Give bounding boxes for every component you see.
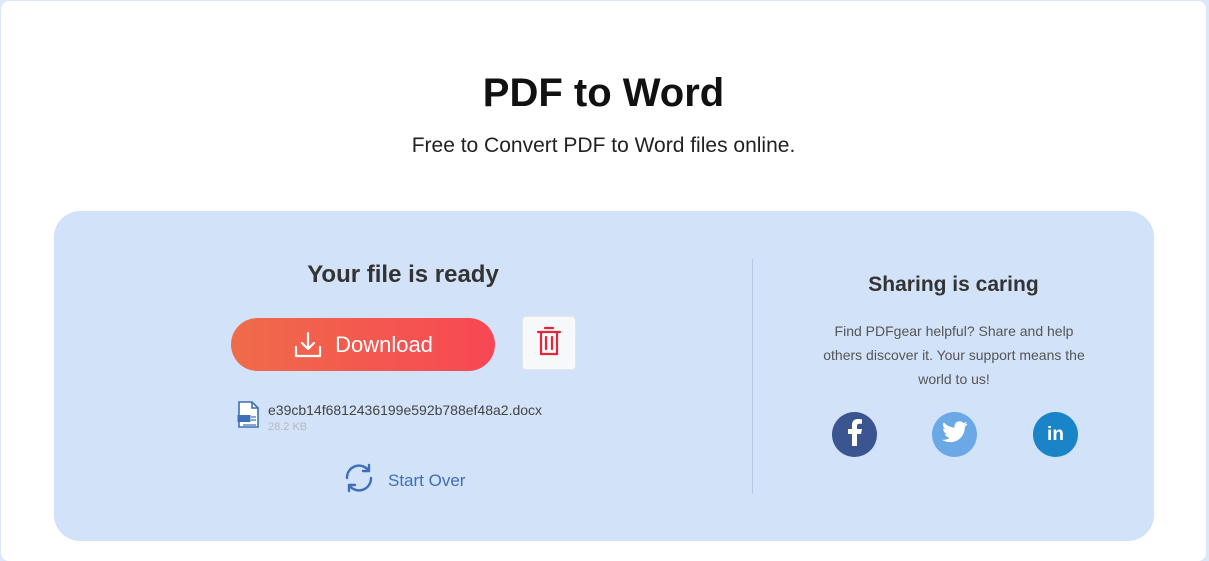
- file-ready-heading: Your file is ready: [307, 261, 499, 288]
- facebook-icon: [845, 418, 865, 451]
- download-label: Download: [335, 331, 433, 357]
- refresh-icon: [342, 461, 376, 500]
- trash-icon: [536, 325, 562, 362]
- file-info: e39cb14f6812436199e592b788ef48a2.docx 28…: [237, 401, 542, 435]
- twitter-icon: [941, 421, 968, 448]
- file-name: e39cb14f6812436199e592b788ef48a2.docx: [268, 402, 543, 418]
- file-size: 28.2 KB: [268, 421, 308, 433]
- docx-file-icon: [237, 401, 260, 435]
- linkedin-share-button[interactable]: in: [1033, 412, 1078, 457]
- twitter-share-button[interactable]: [932, 412, 977, 457]
- start-over-button[interactable]: Start Over: [342, 461, 465, 500]
- facebook-share-button[interactable]: [832, 412, 877, 457]
- delete-button[interactable]: [522, 316, 576, 370]
- sharing-heading: Sharing is caring: [868, 273, 1039, 296]
- linkedin-icon: in: [1047, 423, 1064, 445]
- page-subtitle: Free to Convert PDF to Word files online…: [411, 134, 796, 157]
- sharing-text: Find PDFgear helpful? Share and help oth…: [823, 323, 1085, 387]
- result-card: Your file is ready Download e39cb14f6812…: [54, 211, 1154, 541]
- download-icon: [293, 330, 323, 360]
- page-title: PDF to Word: [482, 71, 725, 115]
- download-button[interactable]: Download: [231, 318, 495, 371]
- start-over-label: Start Over: [388, 470, 466, 490]
